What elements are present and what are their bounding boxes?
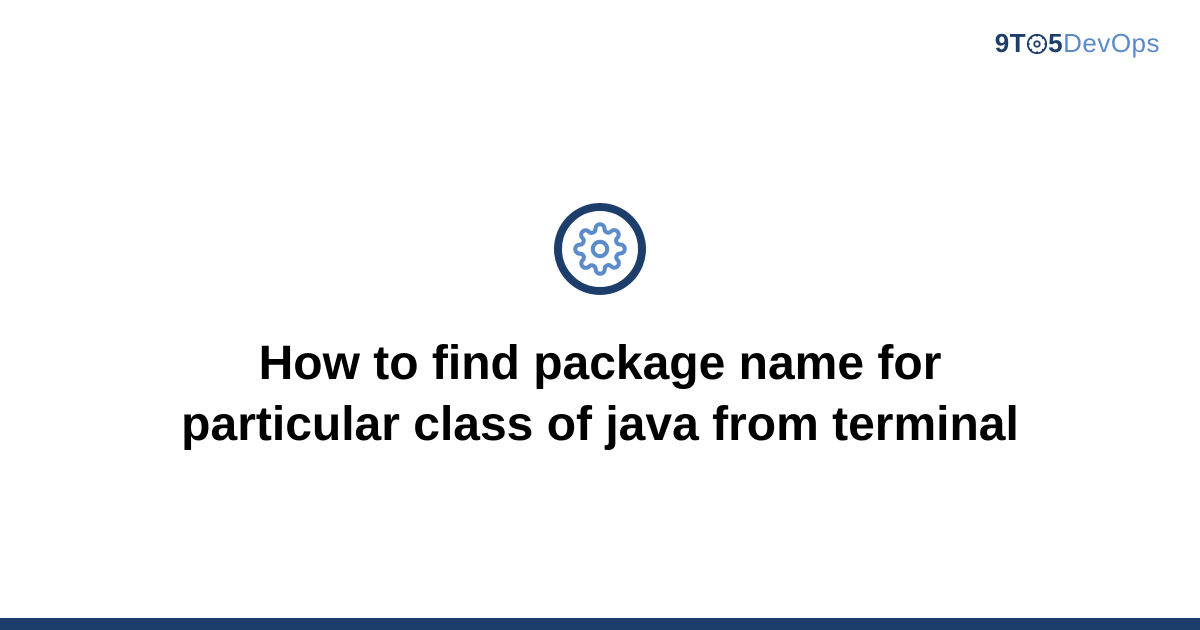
gear-icon-large xyxy=(554,203,646,295)
main-content: How to find package name for particular … xyxy=(0,0,1200,618)
footer-bar xyxy=(0,618,1200,630)
page-title: How to find package name for particular … xyxy=(150,333,1050,456)
